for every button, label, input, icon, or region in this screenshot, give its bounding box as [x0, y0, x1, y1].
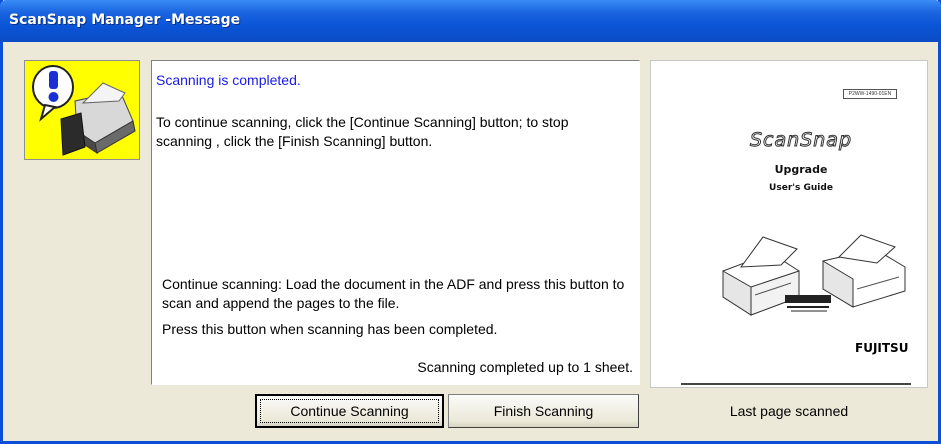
- scanner-info-icon: [24, 60, 140, 160]
- status-message: Scanning is completed.: [156, 72, 301, 88]
- continue-scanning-button[interactable]: Continue Scanning: [255, 394, 444, 428]
- finish-scanning-label: Finish Scanning: [493, 403, 594, 419]
- last-page-preview: P2WW-1490-01EN ScanSnap Upgrade User's G…: [650, 60, 928, 388]
- scanner-info-icon-graphic: [32, 65, 136, 156]
- preview-doc-footer-line: [681, 383, 911, 385]
- finish-help-text: Press this button when scanning has been…: [162, 321, 498, 337]
- preview-doc-title: Upgrade: [774, 163, 828, 176]
- window-title: ScanSnap Manager -Message: [9, 12, 241, 28]
- focus-ring: [260, 399, 439, 423]
- preview-doc-subtitle: User's Guide: [769, 183, 833, 193]
- preview-doc-tag: P2WW-1490-01EN: [843, 89, 897, 99]
- title-bar[interactable]: ScanSnap Manager -Message: [0, 0, 941, 42]
- preview-caption: Last page scanned: [729, 403, 849, 419]
- preview-doc-brand: FUJITSU: [855, 341, 909, 355]
- instruction-text: To continue scanning, click the [Continu…: [156, 114, 569, 149]
- preview-scanner-illustration: [722, 234, 906, 316]
- finish-scanning-button[interactable]: Finish Scanning: [448, 394, 639, 428]
- scan-count-text: Scanning completed up to 1 sheet.: [417, 359, 633, 375]
- message-panel: Scanning is completed. To continue scann…: [151, 60, 640, 385]
- continue-help-text: Continue scanning: Load the document in …: [162, 276, 625, 311]
- preview-doc-logo: ScanSnap: [750, 129, 852, 152]
- message-dialog: ScanSnap Manager -Message Scanning is co…: [0, 0, 941, 444]
